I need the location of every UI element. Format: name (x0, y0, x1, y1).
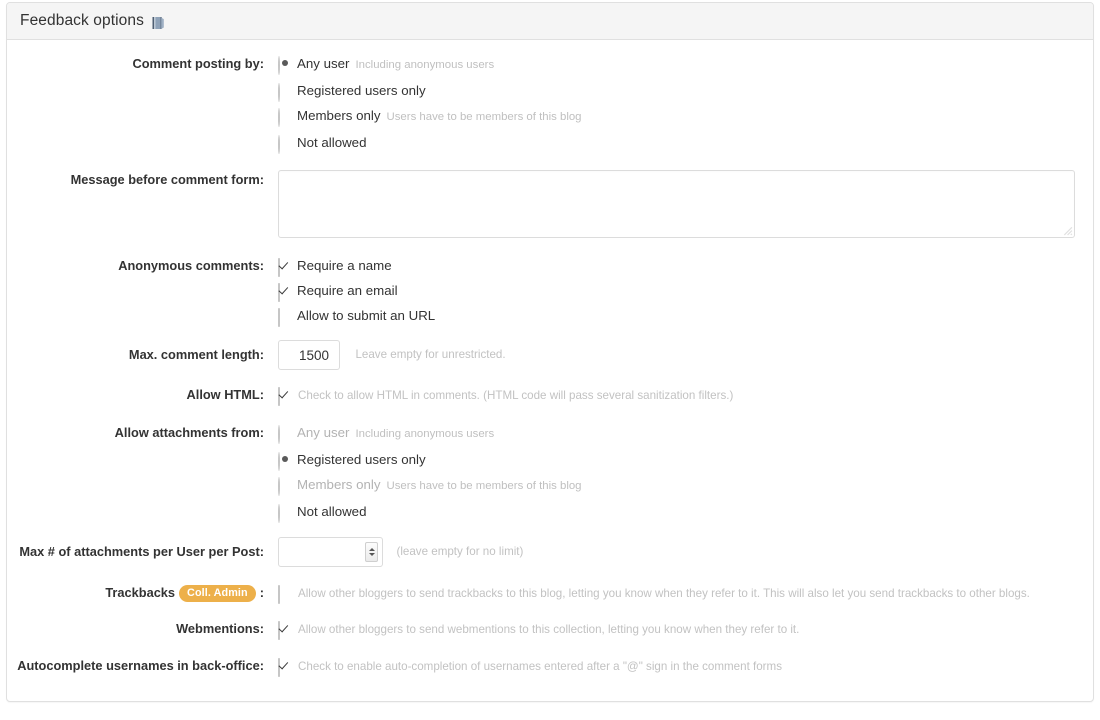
manual-book-icon[interactable] (151, 16, 165, 29)
row-max-comment-length: Max. comment length: Leave empty for unr… (7, 340, 1093, 370)
max-comment-length-hint: Leave empty for unrestricted. (355, 348, 506, 361)
radio-icon-attachments-registered-users-only[interactable] (278, 452, 291, 471)
radio-icon-members-only[interactable] (278, 108, 291, 127)
checkbox-label-require-an-email: Require an email (297, 283, 398, 298)
attachments-radio-option-registered-users-only[interactable]: Registered users only (278, 450, 1083, 471)
checkbox-icon-require-an-email[interactable] (278, 283, 291, 302)
checkbox-label-require-a-name: Require a name (297, 258, 392, 273)
radio-option-registered-users-only[interactable]: Registered users only (278, 81, 1083, 102)
radio-label-attachments-not-allowed: Not allowed (297, 504, 367, 519)
row-label-autocomplete-usernames: Autocomplete usernames in back-office: (17, 658, 264, 673)
radio-icon-attachments-any-user[interactable] (278, 425, 291, 444)
radio-option-any-user[interactable]: Any user Including anonymous users (278, 54, 1083, 75)
radio-icon-not-allowed[interactable] (278, 135, 291, 154)
attachments-radio-option-any-user[interactable]: Any user Including anonymous users (278, 423, 1083, 444)
radio-option-not-allowed[interactable]: Not allowed (278, 133, 1083, 154)
trackbacks-label-text: Trackbacks (105, 585, 176, 600)
checkbox-option-require-a-name[interactable]: Require a name (278, 256, 1083, 277)
feedback-options-panel: Feedback options Comment posting by: Any… (6, 2, 1094, 702)
radio-label-attachments-registered-users-only: Registered users only (297, 452, 426, 467)
max-comment-length-input[interactable] (278, 340, 340, 370)
radio-option-members-only[interactable]: Members only Users have to be members of… (278, 106, 1083, 127)
row-label-trackbacks: Trackbacks Coll. Admin: (7, 583, 278, 603)
checkbox-icon-allow-submit-url[interactable] (278, 308, 291, 327)
radio-label-members-only: Members only (297, 108, 381, 123)
page-title: Feedback options (20, 12, 144, 29)
row-label-message-before-comment-form: Message before comment form: (70, 172, 264, 187)
row-anonymous-comments: Anonymous comments: Require a name Requi… (7, 256, 1093, 327)
checkbox-option-allow-submit-url[interactable]: Allow to submit an URL (278, 306, 1083, 327)
trackbacks-colon: : (259, 585, 264, 600)
number-spinner-icon[interactable] (365, 542, 378, 562)
radio-hint-attachments-any-user: Including anonymous users (355, 428, 495, 440)
row-allow-html: Allow HTML: Check to allow HTML in comme… (7, 385, 1093, 406)
allow-html-description: Check to allow HTML in comments. (HTML c… (298, 389, 734, 402)
row-comment-posting-by: Comment posting by: Any user Including a… (7, 54, 1093, 154)
max-attachments-input-wrapper[interactable] (278, 537, 383, 567)
autocomplete-usernames-description: Check to enable auto-completion of usern… (298, 660, 782, 673)
webmentions-description: Allow other bloggers to send webmentions… (298, 623, 800, 636)
checkbox-icon-autocomplete-usernames[interactable] (278, 658, 291, 677)
row-label-comment-posting-by: Comment posting by: (132, 56, 264, 71)
radio-icon-any-user[interactable] (278, 56, 291, 75)
resize-grip-icon[interactable] (1060, 223, 1073, 236)
radio-label-attachments-any-user: Any user (297, 425, 350, 440)
row-webmentions: Webmentions: Allow other bloggers to sen… (7, 619, 1093, 640)
checkbox-option-trackbacks[interactable]: Allow other bloggers to send trackbacks … (278, 583, 1083, 604)
max-attachments-input[interactable] (279, 538, 357, 566)
radio-hint-members-only: Users have to be members of this blog (386, 111, 582, 123)
row-label-allow-attachments-from: Allow attachments from: (114, 425, 264, 440)
radio-label-any-user: Any user (297, 56, 350, 71)
row-label-max-attachments: Max # of attachments per User per Post: (19, 544, 264, 559)
radio-hint-attachments-members-only: Users have to be members of this blog (386, 480, 582, 492)
radio-group-allow-attachments-from: Any user Including anonymous users Regis… (278, 423, 1093, 523)
checkbox-label-allow-submit-url: Allow to submit an URL (297, 308, 436, 323)
row-allow-attachments-from: Allow attachments from: Any user Includi… (7, 423, 1093, 523)
checkbox-group-anonymous-comments: Require a name Require an email Allow to… (278, 256, 1093, 327)
row-label-anonymous-comments: Anonymous comments: (118, 258, 264, 273)
attachments-radio-option-not-allowed[interactable]: Not allowed (278, 502, 1083, 523)
radio-icon-attachments-members-only[interactable] (278, 477, 291, 496)
radio-icon-attachments-not-allowed[interactable] (278, 504, 291, 523)
row-label-allow-html: Allow HTML: (186, 387, 264, 402)
radio-label-registered-users-only: Registered users only (297, 83, 426, 98)
panel-header: Feedback options (7, 3, 1093, 40)
panel-body: Comment posting by: Any user Including a… (7, 40, 1093, 677)
checkbox-icon-trackbacks[interactable] (278, 585, 291, 604)
row-trackbacks: Trackbacks Coll. Admin: Allow other blogg… (7, 583, 1093, 604)
radio-label-not-allowed: Not allowed (297, 135, 367, 150)
checkbox-option-allow-html[interactable]: Check to allow HTML in comments. (HTML c… (278, 385, 1083, 406)
checkbox-icon-allow-html[interactable] (278, 387, 291, 406)
row-label-webmentions: Webmentions: (176, 621, 264, 636)
checkbox-option-autocomplete-usernames[interactable]: Check to enable auto-completion of usern… (278, 656, 1083, 677)
checkbox-icon-webmentions[interactable] (278, 621, 291, 640)
status-badge-coll-admin: Coll. Admin (179, 585, 256, 602)
trackbacks-description: Allow other bloggers to send trackbacks … (298, 587, 1030, 600)
checkbox-option-webmentions[interactable]: Allow other bloggers to send webmentions… (278, 619, 1083, 640)
radio-group-comment-posting-by: Any user Including anonymous users Regis… (278, 54, 1093, 154)
attachments-radio-option-members-only[interactable]: Members only Users have to be members of… (278, 475, 1083, 496)
row-message-before-comment-form: Message before comment form: (7, 170, 1093, 238)
row-autocomplete-usernames: Autocomplete usernames in back-office: C… (7, 656, 1093, 677)
radio-icon-registered-users-only[interactable] (278, 83, 291, 102)
radio-hint-any-user: Including anonymous users (355, 59, 495, 71)
max-attachments-hint: (leave empty for no limit) (396, 545, 524, 558)
message-before-comment-form-textarea[interactable] (278, 170, 1075, 238)
radio-label-attachments-members-only: Members only (297, 477, 381, 492)
checkbox-option-require-an-email[interactable]: Require an email (278, 281, 1083, 302)
row-label-max-comment-length: Max. comment length: (128, 347, 264, 362)
checkbox-icon-require-a-name[interactable] (278, 258, 291, 277)
row-max-attachments: Max # of attachments per User per Post: … (7, 537, 1093, 567)
